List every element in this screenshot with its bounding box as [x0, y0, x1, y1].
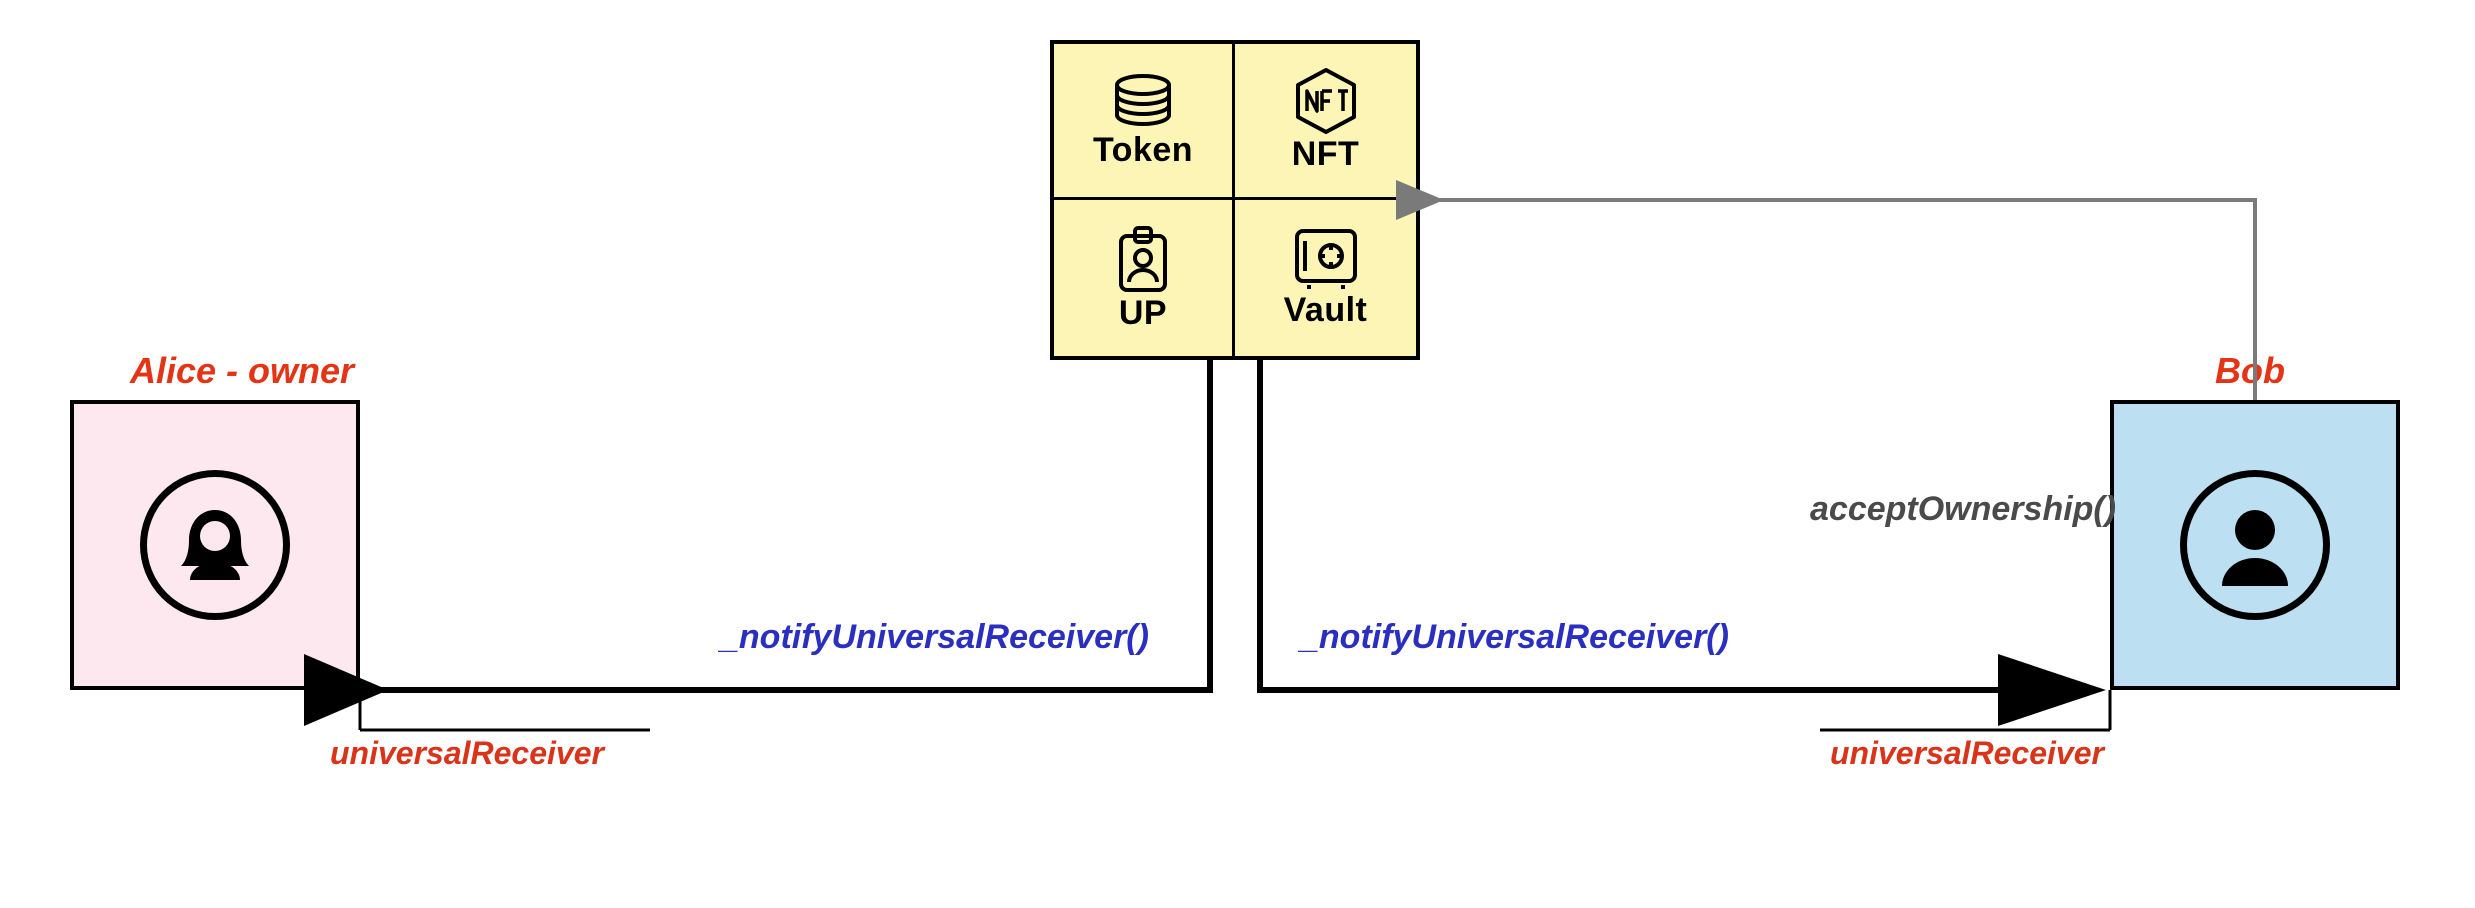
label-universal-receiver-bob: universalReceiver	[1830, 735, 2104, 772]
label-notify-left: _notifyUniversalReceiver()	[720, 618, 1149, 657]
label-notify-right: _notifyUniversalReceiver()	[1300, 618, 1729, 657]
label-accept-ownership: acceptOwnership()	[1810, 490, 2116, 529]
label-universal-receiver-alice: universalReceiver	[330, 735, 604, 772]
